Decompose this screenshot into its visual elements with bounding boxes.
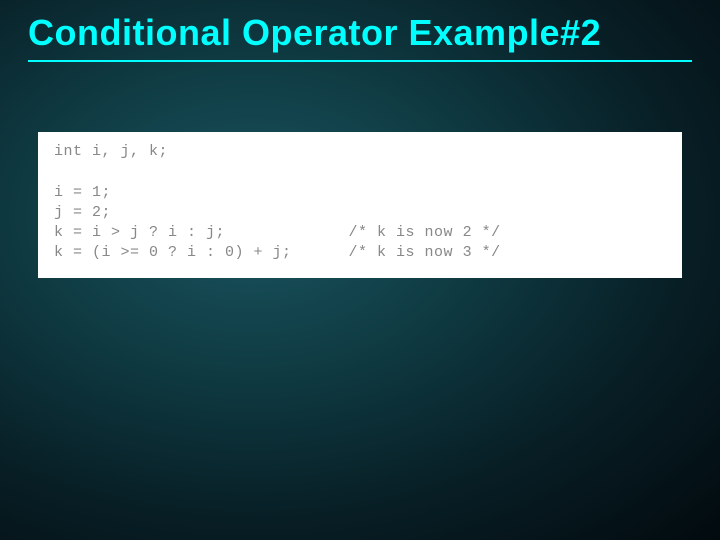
code-example-box: int i, j, k; i = 1; j = 2; k = i > j ? i…: [38, 132, 682, 278]
code-line-4: k = i > j ? i : j; /* k is now 2 */: [54, 224, 501, 241]
code-line-1: int i, j, k;: [54, 143, 168, 160]
code-line-3: j = 2;: [54, 204, 111, 221]
slide-title: Conditional Operator Example#2: [0, 0, 720, 54]
title-underline: [28, 60, 692, 62]
code-content: int i, j, k; i = 1; j = 2; k = i > j ? i…: [54, 142, 666, 264]
code-line-2: i = 1;: [54, 184, 111, 201]
code-line-5: k = (i >= 0 ? i : 0) + j; /* k is now 3 …: [54, 244, 501, 261]
